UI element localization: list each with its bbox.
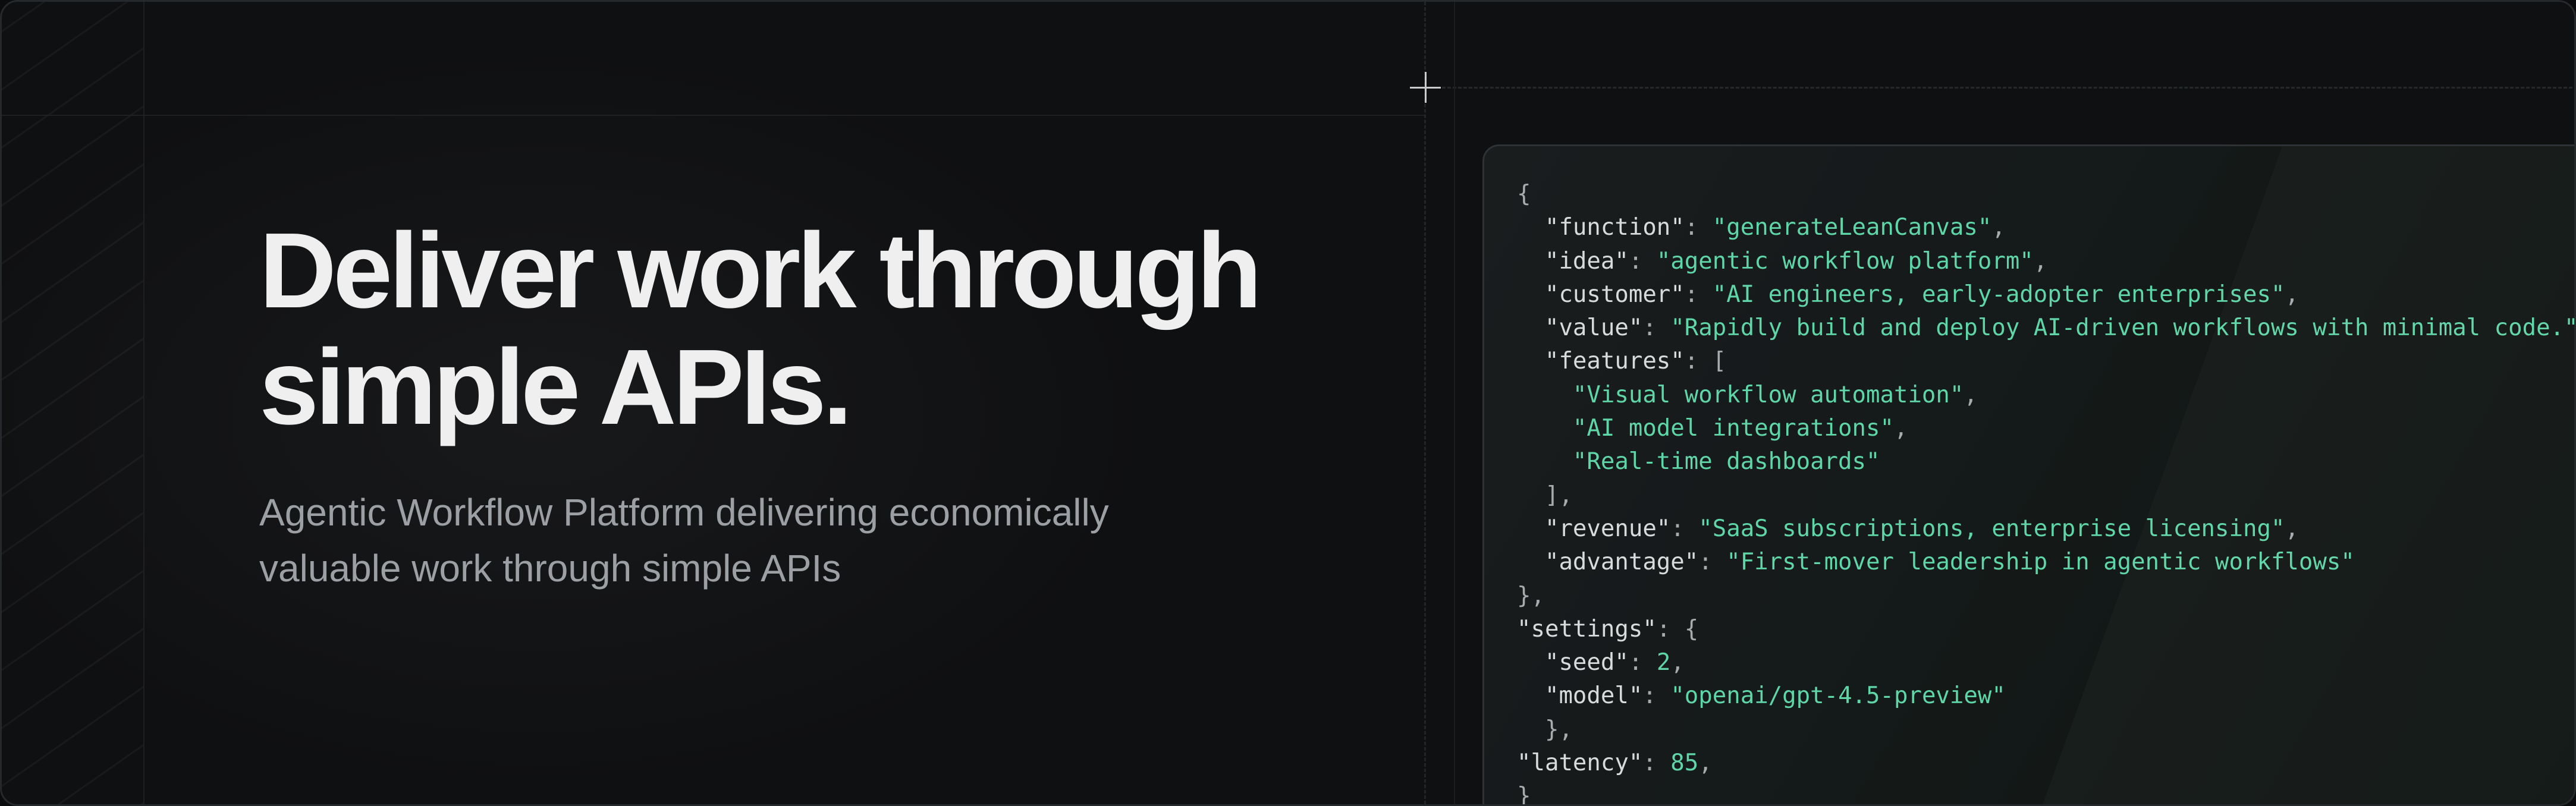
code-punctuation: : — [1670, 515, 1699, 542]
hero-headline-line: Deliver work through — [259, 211, 1262, 330]
code-punctuation: : — [1684, 214, 1713, 241]
code-key: "customer" — [1544, 281, 1685, 308]
code-punctuation: ], — [1517, 481, 1573, 509]
code-punctuation — [1517, 415, 1573, 442]
code-sample-panel: { "function": "generateLeanCanvas", "ide… — [1482, 144, 2576, 806]
code-line: "revenue": "SaaS subscriptions, enterpri… — [1517, 512, 2574, 546]
grid-line-horizontal-dashed — [1426, 87, 2574, 89]
code-punctuation — [1517, 314, 1545, 341]
code-punctuation — [1517, 649, 1545, 676]
code-line: "seed": 2, — [1517, 646, 2574, 679]
grid-line-vertical — [1454, 2, 1455, 804]
hero-subheadline-line: valuable work through simple APIs — [259, 547, 841, 590]
hatch-pattern — [2, 2, 144, 804]
code-punctuation: , — [2285, 515, 2299, 542]
code-punctuation: : — [1642, 682, 1671, 710]
code-block: { "function": "generateLeanCanvas", "ide… — [1517, 178, 2576, 806]
code-punctuation: : — [1642, 750, 1671, 777]
code-string: "Real-time dashboards" — [1572, 448, 1880, 476]
code-line: "Real-time dashboards" — [1517, 445, 2574, 478]
code-line: "idea": "agentic workflow platform", — [1517, 245, 2574, 278]
code-punctuation: , — [1698, 750, 1713, 777]
code-string: "Rapidly build and deploy AI-driven work… — [1670, 314, 2576, 342]
code-punctuation — [1517, 382, 1573, 408]
code-line: "settings": { — [1517, 613, 2574, 646]
code-key: "features" — [1544, 348, 1685, 375]
code-punctuation: : — [1628, 247, 1657, 275]
code-line: "model": "openai/gpt-4.5-preview" — [1517, 679, 2574, 713]
code-punctuation — [1517, 448, 1573, 475]
code-string: "Visual workflow automation" — [1572, 381, 1964, 408]
code-punctuation: : — [1628, 649, 1657, 676]
code-punctuation: }, — [1517, 582, 1545, 609]
code-string: "AI engineers, early-adopter enterprises… — [1712, 281, 2285, 308]
code-punctuation: : [ — [1684, 348, 1727, 375]
code-punctuation: : { — [1656, 615, 1699, 643]
grid-line-horizontal — [2, 115, 1426, 116]
code-punctuation: , — [1670, 649, 1685, 676]
code-punctuation: , — [1893, 415, 1908, 442]
hero-subheadline-line: Agentic Workflow Platform delivering eco… — [259, 491, 1109, 534]
code-string: "SaaS subscriptions, enterprise licensin… — [1698, 515, 2285, 542]
code-key: "model" — [1544, 682, 1643, 710]
code-punctuation: : — [1684, 281, 1713, 308]
code-punctuation — [1517, 348, 1545, 374]
code-key: "settings" — [1517, 615, 1657, 643]
code-key: "advantage" — [1544, 549, 1699, 576]
code-key: "idea" — [1544, 247, 1629, 275]
code-key: "value" — [1544, 314, 1643, 342]
code-punctuation — [1517, 214, 1545, 241]
code-punctuation: }, — [1517, 716, 1573, 743]
code-punctuation: , — [2285, 281, 2299, 308]
code-punctuation — [1517, 682, 1545, 709]
code-number: 2 — [1656, 649, 1671, 676]
code-string: "openai/gpt-4.5-preview" — [1670, 682, 2006, 710]
code-line: "features": [ — [1517, 345, 2574, 378]
code-string: "generateLeanCanvas" — [1712, 214, 1992, 241]
code-punctuation: : — [1698, 549, 1727, 576]
code-line: } — [1517, 780, 2574, 806]
hero-subheadline: Agentic Workflow Platform delivering eco… — [259, 484, 1389, 596]
hero-section: Deliver work through simple APIs. Agenti… — [0, 0, 2576, 806]
code-line: }, — [1517, 713, 2574, 747]
code-line: "customer": "AI engineers, early-adopter… — [1517, 278, 2574, 311]
code-punctuation: , — [2033, 247, 2048, 275]
code-key: "latency" — [1517, 750, 1643, 777]
code-line: "latency": 85, — [1517, 747, 2574, 780]
code-key: "seed" — [1544, 649, 1629, 676]
code-line: "value": "Rapidly build and deploy AI-dr… — [1517, 311, 2576, 345]
code-line: { — [1517, 178, 2574, 211]
code-string: "AI model integrations" — [1572, 415, 1894, 442]
code-punctuation: , — [1991, 214, 2006, 241]
code-punctuation — [1517, 549, 1545, 575]
grid-line-vertical-dashed — [1424, 2, 1426, 804]
code-punctuation — [1517, 281, 1545, 308]
code-key: "function" — [1544, 214, 1685, 241]
code-punctuation: : — [1642, 314, 1671, 342]
code-string: "agentic workflow platform" — [1656, 247, 2034, 275]
code-punctuation — [1517, 515, 1545, 542]
code-punctuation: , — [1964, 381, 1978, 408]
code-line: }, — [1517, 580, 2574, 613]
code-number: 85 — [1670, 750, 1699, 777]
hero-headline-line: simple APIs. — [259, 328, 853, 447]
crosshair-icon — [1410, 72, 1441, 103]
code-line: ], — [1517, 479, 2574, 512]
code-key: "revenue" — [1544, 515, 1671, 542]
code-punctuation: } — [1517, 783, 1531, 806]
code-string: "First-mover leadership in agentic workf… — [1726, 549, 2355, 576]
hero-headline: Deliver work through simple APIs. — [259, 213, 1389, 446]
code-line: "advantage": "First-mover leadership in … — [1517, 546, 2574, 579]
code-line: "AI model integrations", — [1517, 412, 2574, 445]
code-punctuation: { — [1517, 181, 1531, 207]
code-punctuation — [1517, 248, 1545, 275]
code-line: "function": "generateLeanCanvas", — [1517, 211, 2574, 244]
code-line: "Visual workflow automation", — [1517, 379, 2574, 412]
